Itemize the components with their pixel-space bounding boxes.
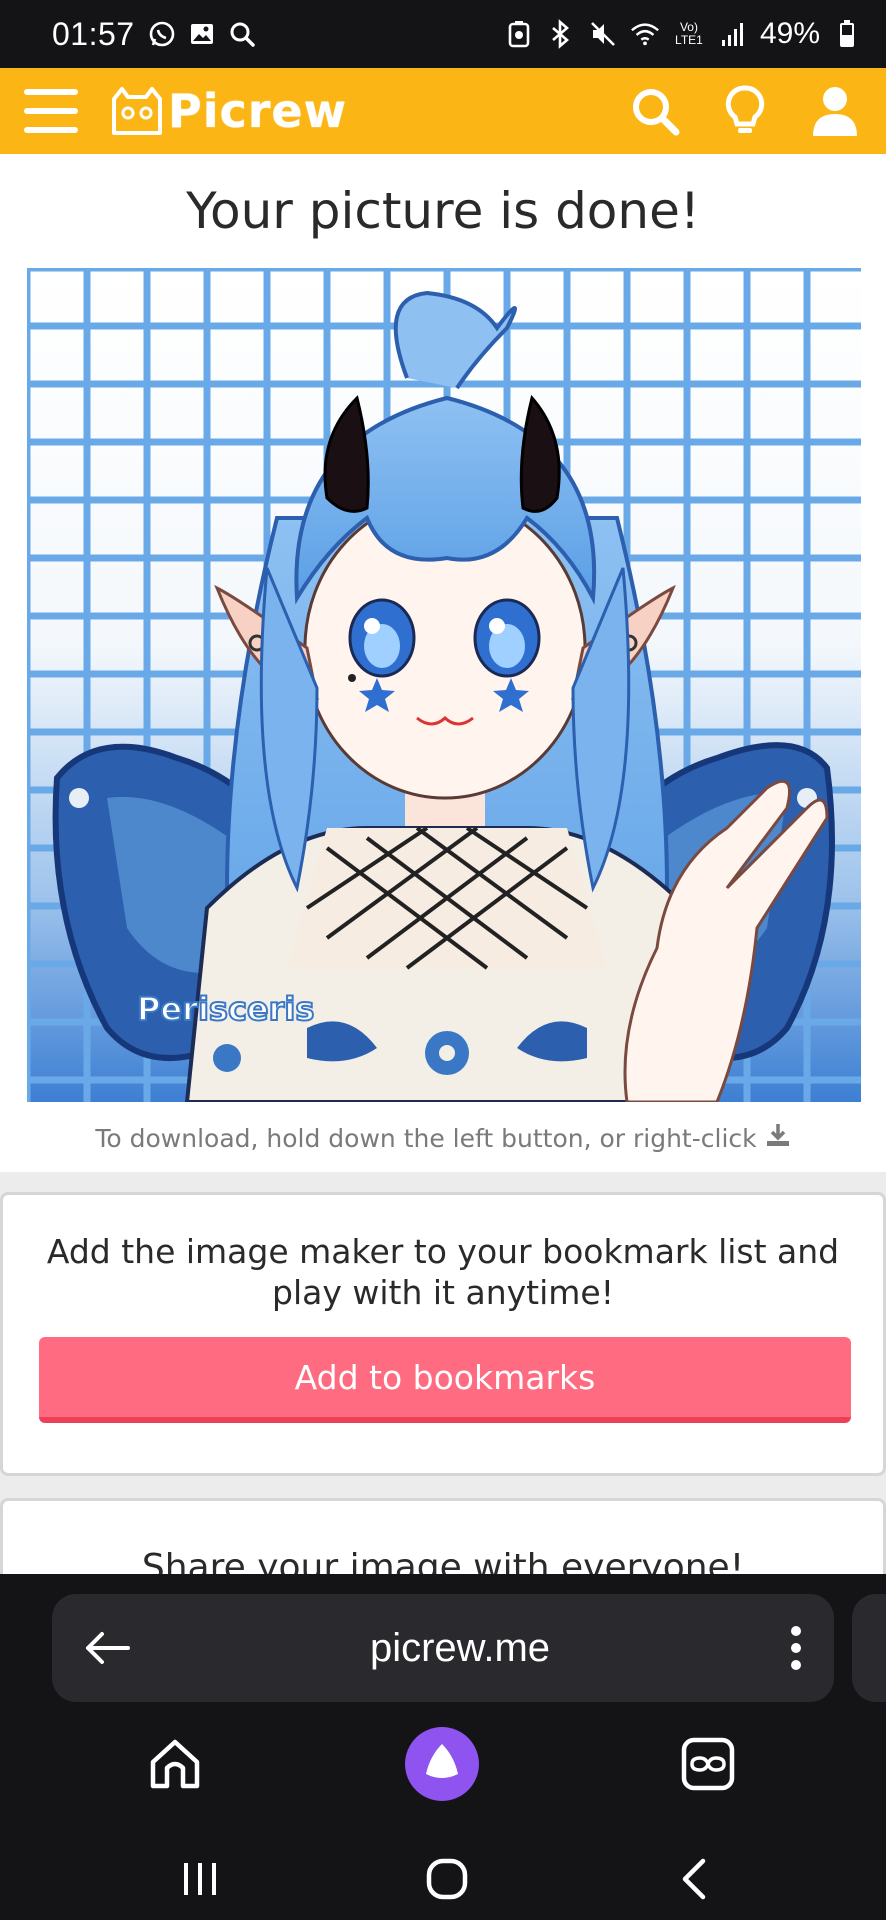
bookmark-card-text: Add the image maker to your bookmark lis… xyxy=(46,1232,840,1312)
home-circle-icon[interactable] xyxy=(412,1844,482,1914)
cat-logo-icon xyxy=(112,87,162,135)
status-time: 01:57 xyxy=(52,15,135,52)
page-title: Your picture is done! xyxy=(186,182,700,240)
status-left-icons xyxy=(147,19,257,49)
generated-avatar-image: Perisceris xyxy=(27,268,861,1102)
recents-icon[interactable] xyxy=(165,1844,235,1914)
mute-icon xyxy=(588,19,618,49)
url-bar[interactable]: picrew.me xyxy=(52,1594,834,1702)
wifi-icon xyxy=(630,19,660,49)
status-bar: 01:57 Vo) LTE1 49% xyxy=(0,0,886,68)
menu-icon[interactable] xyxy=(24,89,78,133)
share-card: Share your image with everyone! xyxy=(0,1498,886,1574)
download-hint: To download, hold down the left button, … xyxy=(0,1122,886,1154)
url-text[interactable]: picrew.me xyxy=(132,1626,788,1671)
back-chevron-icon[interactable] xyxy=(660,1844,730,1914)
whatsapp-icon xyxy=(147,19,177,49)
bookmark-card: Add the image maker to your bookmark lis… xyxy=(0,1192,886,1476)
lightbulb-icon[interactable] xyxy=(718,84,772,138)
search-icon[interactable] xyxy=(628,84,682,138)
signal-icon xyxy=(718,19,748,49)
download-hint-text: To download, hold down the left button, … xyxy=(95,1123,757,1153)
more-vertical-icon[interactable] xyxy=(788,1625,804,1671)
share-card-text: Share your image with everyone! xyxy=(141,1547,745,1574)
result-panel: Your picture is done! Perisceris To down… xyxy=(0,154,886,1172)
battery-saver-icon xyxy=(504,19,534,49)
assistant-icon[interactable] xyxy=(402,1724,482,1804)
logo-text: Picrew xyxy=(168,84,348,138)
home-icon[interactable] xyxy=(135,1724,215,1804)
add-to-bookmarks-button[interactable]: Add to bookmarks xyxy=(39,1337,851,1423)
battery-icon xyxy=(832,19,862,49)
generated-picture[interactable]: Perisceris xyxy=(27,268,861,1102)
search-icon xyxy=(227,19,257,49)
next-tab-peek[interactable] xyxy=(852,1594,886,1702)
header-actions xyxy=(628,84,862,138)
page-content[interactable]: Your picture is done! Perisceris To down… xyxy=(0,154,886,1574)
volte-label: Vo) LTE1 xyxy=(675,20,703,47)
browser-tab-bar xyxy=(0,1724,886,1824)
gallery-icon xyxy=(187,19,217,49)
bluetooth-icon xyxy=(546,19,576,49)
download-icon xyxy=(765,1122,791,1154)
tabs-icon[interactable] xyxy=(668,1724,748,1804)
user-icon[interactable] xyxy=(808,84,862,138)
app-header: Picrew xyxy=(0,68,886,154)
status-right: Vo) LTE1 49% xyxy=(504,17,862,51)
battery-percent: 49% xyxy=(759,17,820,50)
watermark-text: Perisceris xyxy=(137,990,314,1028)
browser-chrome: picrew.me xyxy=(0,1574,886,1920)
screen: 01:57 Vo) LTE1 49% Picrew Your picture i… xyxy=(0,0,886,1920)
back-arrow-icon[interactable] xyxy=(82,1628,132,1668)
picrew-logo[interactable]: Picrew xyxy=(108,84,347,138)
system-nav-bar xyxy=(0,1844,886,1920)
